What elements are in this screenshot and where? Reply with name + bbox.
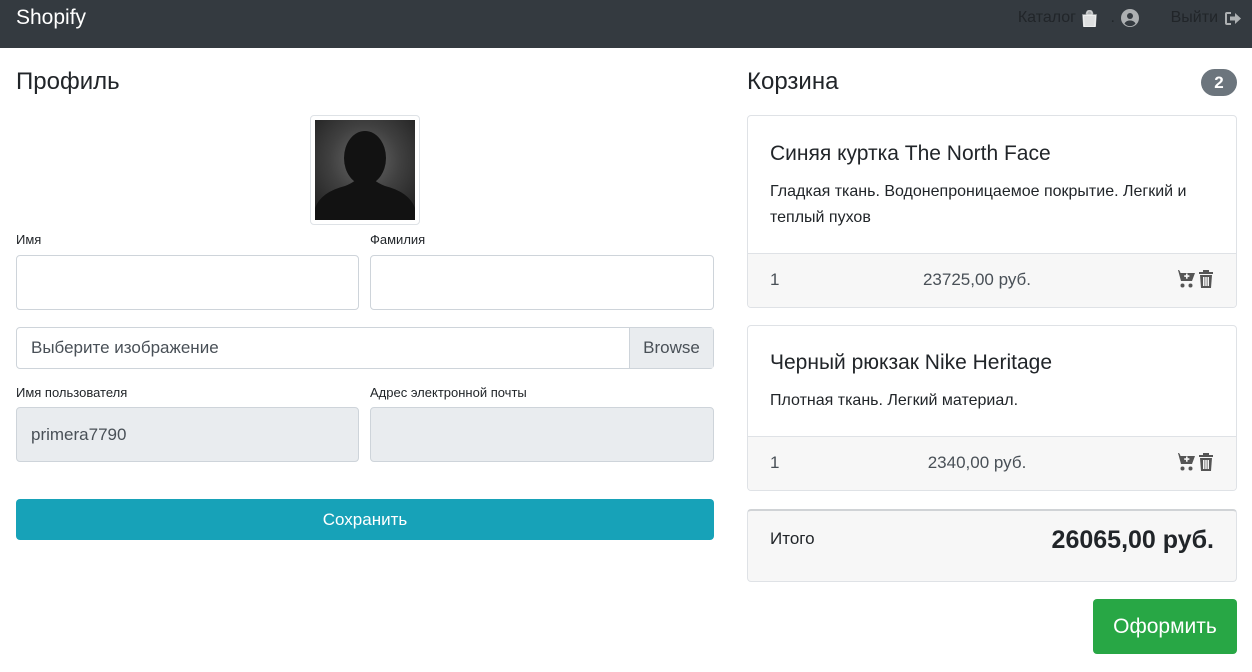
username-label: Имя пользователя bbox=[16, 385, 128, 400]
cart-item-card: Синяя куртка The North Face Гладкая ткан… bbox=[747, 115, 1237, 308]
save-button[interactable]: Сохранить bbox=[16, 499, 714, 540]
cart-item-card: Черный рюкзак Nike Heritage Плотная ткан… bbox=[747, 325, 1237, 491]
cart-title: Корзина bbox=[747, 68, 839, 95]
profile-title: Профиль bbox=[16, 68, 120, 95]
cart-item-name: Черный рюкзак Nike Heritage bbox=[770, 351, 1053, 374]
total-value: 26065,00 руб. bbox=[1051, 526, 1214, 554]
user-circle-icon bbox=[1121, 9, 1139, 27]
cart-item-footer: 1 23725,00 руб. bbox=[748, 253, 1236, 307]
cart-plus-icon[interactable] bbox=[1174, 452, 1196, 472]
avatar bbox=[310, 115, 420, 225]
nav-user-link[interactable]: . bbox=[1111, 9, 1139, 27]
nav-catalog-label: Каталог bbox=[1017, 9, 1076, 26]
nav-logout-link[interactable]: Выйти bbox=[1171, 9, 1242, 27]
navbar: Shopify Каталог . Выйти bbox=[0, 0, 1252, 48]
trash-icon[interactable] bbox=[1198, 452, 1214, 472]
username-input[interactable]: primera7790 bbox=[16, 407, 359, 462]
email-input[interactable] bbox=[370, 407, 714, 462]
file-input-placeholder: Выберите изображение bbox=[31, 338, 219, 357]
checkout-button[interactable]: Оформить bbox=[1093, 599, 1237, 654]
browse-button[interactable]: Browse bbox=[629, 328, 713, 368]
avatar-image bbox=[315, 120, 415, 220]
cart-total-card: Итого 26065,00 руб. bbox=[747, 509, 1237, 582]
cart-item-price: 2340,00 руб. bbox=[927, 453, 1027, 472]
nav-logout-label: Выйти bbox=[1170, 9, 1218, 26]
trash-icon[interactable] bbox=[1198, 269, 1214, 289]
first-name-input[interactable] bbox=[16, 255, 359, 310]
cart-item-footer: 1 2340,00 руб. bbox=[748, 436, 1236, 490]
cart-count-badge: 2 bbox=[1201, 69, 1237, 96]
sign-out-icon bbox=[1225, 11, 1241, 25]
email-label: Адрес электронной почты bbox=[370, 385, 527, 400]
nav-user-label: . bbox=[1110, 9, 1115, 26]
cart-item-name: Синяя куртка The North Face bbox=[770, 142, 1051, 165]
cart-item-description: Плотная ткань. Легкий материал. bbox=[770, 392, 1019, 409]
brand-logo[interactable]: Shopify bbox=[16, 6, 86, 30]
first-name-label: Имя bbox=[16, 232, 42, 247]
last-name-input[interactable] bbox=[370, 255, 714, 310]
image-file-input[interactable]: Выберите изображение Browse bbox=[16, 327, 714, 369]
person-silhouette-icon bbox=[315, 131, 415, 220]
cart-item-description: Гладкая ткань. Водонепроницаемое покрыти… bbox=[770, 183, 1187, 226]
last-name-label: Фамилия bbox=[370, 232, 426, 247]
shopping-bag-icon bbox=[1082, 9, 1097, 27]
cart-plus-icon[interactable] bbox=[1174, 269, 1196, 289]
total-label: Итого bbox=[770, 529, 815, 548]
nav-catalog-link[interactable]: Каталог bbox=[1018, 9, 1097, 27]
cart-item-price: 23725,00 руб. bbox=[922, 270, 1032, 289]
